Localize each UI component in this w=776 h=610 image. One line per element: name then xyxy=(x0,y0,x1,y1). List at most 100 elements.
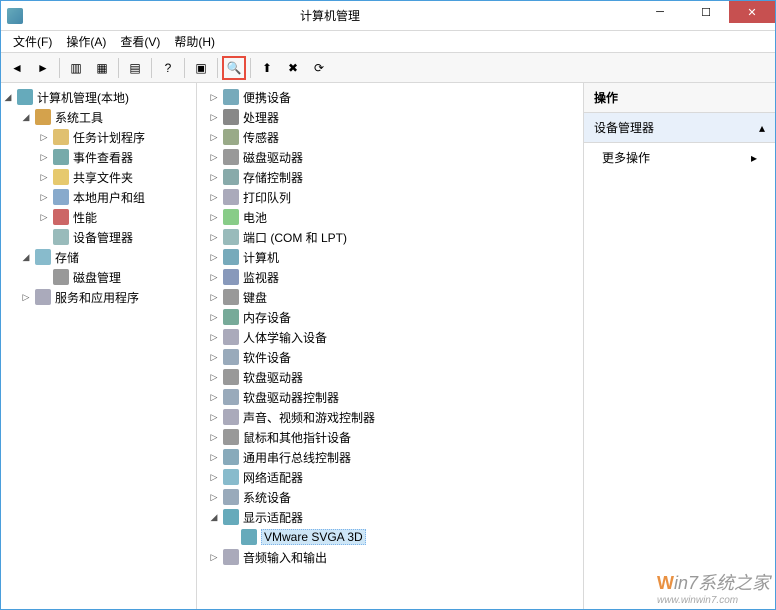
collapse-icon[interactable]: ◢ xyxy=(207,510,221,524)
dev-usb[interactable]: ▷通用串行总线控制器 xyxy=(207,447,583,467)
action-pane-button[interactable]: ▣ xyxy=(189,56,213,80)
menu-view[interactable]: 查看(V) xyxy=(114,31,166,52)
portable-icon xyxy=(223,89,239,105)
sensor-icon xyxy=(223,129,239,145)
expand-icon[interactable]: ▷ xyxy=(19,290,33,304)
export-list-button[interactable]: ▤ xyxy=(123,56,147,80)
dev-hid[interactable]: ▷人体学输入设备 xyxy=(207,327,583,347)
dev-portable[interactable]: ▷便携设备 xyxy=(207,87,583,107)
expand-icon[interactable]: ▷ xyxy=(37,150,51,164)
update-driver-button[interactable]: ⬆ xyxy=(255,56,279,80)
separator xyxy=(250,58,251,78)
minimize-button[interactable]: ─ xyxy=(637,1,683,23)
uninstall-button[interactable]: ✖ xyxy=(281,56,305,80)
tree-task-scheduler[interactable]: ▷任务计划程序 xyxy=(37,127,196,147)
menubar: 文件(F) 操作(A) 查看(V) 帮助(H) xyxy=(1,31,775,53)
services-icon xyxy=(35,289,51,305)
storage-ctrl-icon xyxy=(223,169,239,185)
expand-icon[interactable]: ▷ xyxy=(37,210,51,224)
disable-button[interactable]: ⟳ xyxy=(307,56,331,80)
forward-button[interactable]: ► xyxy=(31,56,55,80)
hid-icon xyxy=(223,329,239,345)
device-tree-pane[interactable]: ▷便携设备 ▷处理器 ▷传感器 ▷磁盘驱动器 ▷存储控制器 ▷打印队列 ▷电池 … xyxy=(197,83,584,609)
dev-system[interactable]: ▷系统设备 xyxy=(207,487,583,507)
tree-local-users[interactable]: ▷本地用户和组 xyxy=(37,187,196,207)
properties-button[interactable]: ▦ xyxy=(90,56,114,80)
monitor-icon xyxy=(223,269,239,285)
dev-storage-ctrl[interactable]: ▷存储控制器 xyxy=(207,167,583,187)
disk-icon xyxy=(53,269,69,285)
dev-audio-io[interactable]: ▷音频输入和输出 xyxy=(207,547,583,567)
dev-batteries[interactable]: ▷电池 xyxy=(207,207,583,227)
dev-floppy-ctrl[interactable]: ▷软盘驱动器控制器 xyxy=(207,387,583,407)
tree-disk-mgmt[interactable]: 磁盘管理 xyxy=(37,267,196,287)
sound-icon xyxy=(223,409,239,425)
disk-icon xyxy=(223,149,239,165)
scan-hardware-button[interactable]: 🔍 xyxy=(222,56,246,80)
dev-print-queues[interactable]: ▷打印队列 xyxy=(207,187,583,207)
tree-root[interactable]: ◢计算机管理(本地) xyxy=(1,87,196,107)
computer-icon xyxy=(17,89,33,105)
dev-memory[interactable]: ▷内存设备 xyxy=(207,307,583,327)
separator xyxy=(59,58,60,78)
titlebar: 计算机管理 ─ ☐ ✕ xyxy=(1,1,775,31)
folder-icon xyxy=(53,169,69,185)
dev-vmware-svga[interactable]: VMware SVGA 3D xyxy=(225,527,583,547)
printer-icon xyxy=(223,189,239,205)
event-icon xyxy=(53,149,69,165)
dev-ports[interactable]: ▷端口 (COM 和 LPT) xyxy=(207,227,583,247)
back-button[interactable]: ◄ xyxy=(5,56,29,80)
display-icon xyxy=(241,529,257,545)
window-title: 计算机管理 xyxy=(23,7,637,24)
expand-icon[interactable]: ▷ xyxy=(37,190,51,204)
audio-icon xyxy=(223,549,239,565)
collapse-icon[interactable]: ◢ xyxy=(19,110,33,124)
floppy-icon xyxy=(223,369,239,385)
actions-more[interactable]: 更多操作 ▸ xyxy=(584,143,775,172)
clock-icon xyxy=(53,129,69,145)
actions-section[interactable]: 设备管理器 ▴ xyxy=(584,113,775,143)
tree-performance[interactable]: ▷性能 xyxy=(37,207,196,227)
storage-icon xyxy=(35,249,51,265)
tree-device-manager[interactable]: 设备管理器 xyxy=(37,227,196,247)
dev-network[interactable]: ▷网络适配器 xyxy=(207,467,583,487)
maximize-button[interactable]: ☐ xyxy=(683,1,729,23)
expand-icon[interactable]: ▷ xyxy=(37,130,51,144)
dev-display-adapters[interactable]: ◢显示适配器 xyxy=(207,507,583,527)
menu-help[interactable]: 帮助(H) xyxy=(168,31,221,52)
tree-system-tools[interactable]: ◢系统工具 xyxy=(19,107,196,127)
dev-software[interactable]: ▷软件设备 xyxy=(207,347,583,367)
separator xyxy=(184,58,185,78)
dev-disk-drives[interactable]: ▷磁盘驱动器 xyxy=(207,147,583,167)
tree-shared-folders[interactable]: ▷共享文件夹 xyxy=(37,167,196,187)
dev-floppy-drives[interactable]: ▷软盘驱动器 xyxy=(207,367,583,387)
dev-computer[interactable]: ▷计算机 xyxy=(207,247,583,267)
help-button[interactable]: ? xyxy=(156,56,180,80)
tree-event-viewer[interactable]: ▷事件查看器 xyxy=(37,147,196,167)
menu-file[interactable]: 文件(F) xyxy=(7,31,58,52)
tree-storage[interactable]: ◢存储 xyxy=(19,247,196,267)
dev-processors[interactable]: ▷处理器 xyxy=(207,107,583,127)
performance-icon xyxy=(53,209,69,225)
left-tree-pane[interactable]: ◢计算机管理(本地) ◢系统工具 ▷任务计划程序 ▷事件查看器 ▷共享文件夹 ▷… xyxy=(1,83,197,609)
app-icon xyxy=(7,8,23,24)
device-icon xyxy=(53,229,69,245)
dev-sensors[interactable]: ▷传感器 xyxy=(207,127,583,147)
dev-keyboards[interactable]: ▷键盘 xyxy=(207,287,583,307)
show-hide-tree-button[interactable]: ▥ xyxy=(64,56,88,80)
dev-sound[interactable]: ▷声音、视频和游戏控制器 xyxy=(207,407,583,427)
expand-icon[interactable]: ▷ xyxy=(37,170,51,184)
collapse-icon[interactable]: ◢ xyxy=(1,90,15,104)
software-icon xyxy=(223,349,239,365)
mouse-icon xyxy=(223,429,239,445)
collapse-icon[interactable]: ◢ xyxy=(19,250,33,264)
close-button[interactable]: ✕ xyxy=(729,1,775,23)
display-icon xyxy=(223,509,239,525)
separator xyxy=(217,58,218,78)
dev-monitors[interactable]: ▷监视器 xyxy=(207,267,583,287)
collapse-icon[interactable]: ▴ xyxy=(759,121,765,135)
keyboard-icon xyxy=(223,289,239,305)
tree-services-apps[interactable]: ▷服务和应用程序 xyxy=(19,287,196,307)
dev-mice[interactable]: ▷鼠标和其他指针设备 xyxy=(207,427,583,447)
menu-action[interactable]: 操作(A) xyxy=(60,31,112,52)
